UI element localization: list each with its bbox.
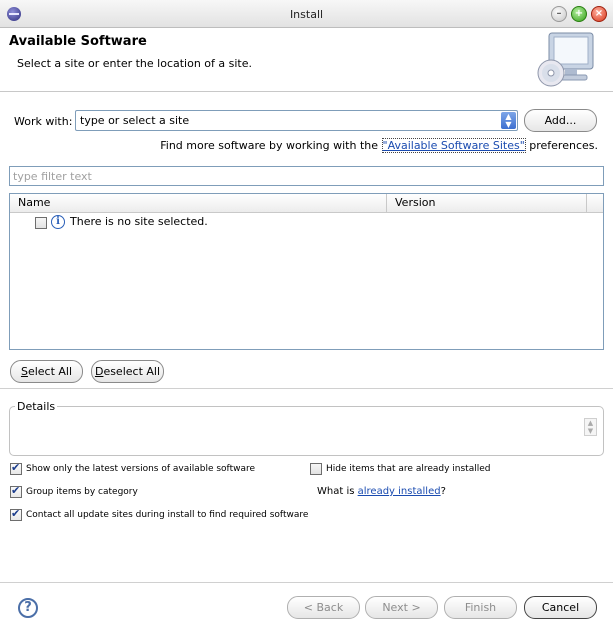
minimize-button[interactable]: – bbox=[551, 6, 567, 22]
group-by-category-checkbox[interactable] bbox=[10, 484, 22, 498]
wizard-banner: Available Software Select a site or ente… bbox=[0, 28, 613, 92]
find-more-prefix: Find more software by working with the bbox=[160, 139, 382, 152]
page-title: Available Software bbox=[9, 34, 147, 49]
minimize-icon: – bbox=[556, 8, 562, 19]
what-is-suffix: ? bbox=[440, 486, 446, 497]
contact-sites-label: Contact all update sites during install … bbox=[26, 510, 309, 520]
hide-installed-checkbox[interactable] bbox=[310, 463, 322, 475]
work-with-combo[interactable]: type or select a site ▲ ▼ bbox=[75, 110, 518, 131]
combo-arrows-icon[interactable]: ▲ ▼ bbox=[501, 112, 516, 129]
finish-button[interactable]: Finish bbox=[444, 596, 517, 619]
back-button[interactable]: < Back bbox=[287, 596, 360, 619]
add-site-button[interactable]: Add... bbox=[524, 109, 597, 132]
window-title: Install bbox=[289, 8, 324, 21]
window-titlebar[interactable]: Install – + × bbox=[0, 0, 613, 28]
software-tree[interactable]: Name Version i There is no site selected… bbox=[9, 193, 604, 350]
maximize-icon: + bbox=[574, 8, 584, 19]
group-by-category-label: Group items by category bbox=[26, 487, 138, 497]
select-all-button[interactable]: Select All bbox=[10, 360, 83, 383]
latest-versions-label: Show only the latest versions of availab… bbox=[26, 464, 256, 474]
install-monitor-cd-icon bbox=[537, 32, 594, 87]
info-icon: i bbox=[51, 215, 65, 229]
contact-sites-checkbox[interactable] bbox=[10, 507, 22, 521]
column-header-version[interactable]: Version bbox=[387, 194, 587, 213]
page-description: Select a site or enter the location of a… bbox=[17, 57, 253, 70]
footer-separator bbox=[0, 582, 613, 583]
latest-versions-checkbox[interactable] bbox=[10, 461, 22, 475]
already-installed-link[interactable]: already installed bbox=[358, 486, 441, 497]
what-is-installed-line: What is already installed? bbox=[317, 486, 446, 497]
details-group bbox=[9, 406, 604, 456]
find-more-line: Find more software by working with the "… bbox=[160, 138, 598, 153]
separator bbox=[0, 388, 613, 389]
row-text: There is no site selected. bbox=[70, 215, 208, 228]
tree-header: Name Version bbox=[10, 194, 603, 213]
tree-row[interactable]: i There is no site selected. bbox=[10, 214, 603, 232]
available-software-sites-link[interactable]: "Available Software Sites" bbox=[381, 138, 526, 153]
help-icon[interactable]: ? bbox=[18, 598, 38, 618]
find-more-suffix: preferences. bbox=[525, 139, 598, 152]
row-checkbox[interactable] bbox=[35, 217, 47, 229]
next-button[interactable]: Next > bbox=[365, 596, 438, 619]
close-icon: × bbox=[594, 8, 604, 19]
column-header-name[interactable]: Name bbox=[10, 194, 387, 213]
work-with-value: type or select a site bbox=[80, 114, 190, 127]
what-is-prefix: What is bbox=[317, 486, 358, 497]
close-button[interactable]: × bbox=[591, 6, 607, 22]
cancel-button[interactable]: Cancel bbox=[524, 596, 597, 619]
filter-input[interactable] bbox=[10, 167, 603, 185]
work-with-label: Work with: bbox=[14, 115, 73, 128]
maximize-button[interactable]: + bbox=[571, 6, 587, 22]
deselect-all-button[interactable]: Deselect All bbox=[91, 360, 164, 383]
hide-installed-label: Hide items that are already installed bbox=[326, 464, 491, 474]
details-label: Details bbox=[15, 400, 58, 413]
details-scrollbar[interactable]: ▲ ▼ bbox=[584, 418, 597, 436]
filter-field[interactable] bbox=[9, 166, 604, 186]
